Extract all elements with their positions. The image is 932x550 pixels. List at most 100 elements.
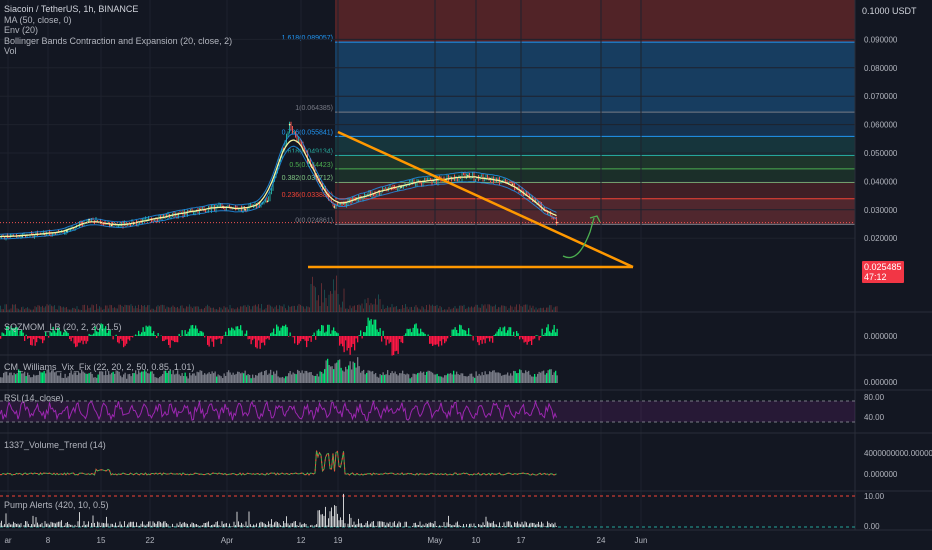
- vixfix-bar: [406, 373, 408, 383]
- volume-bar: [448, 306, 450, 312]
- volume-bar: [210, 307, 211, 312]
- volume-bar: [309, 307, 310, 312]
- vixfix-bar: [441, 376, 443, 383]
- volume-bar: [331, 293, 333, 312]
- price-scale-max[interactable]: 0.1000 USDT: [862, 6, 917, 16]
- sqzmom-bar: [508, 327, 510, 336]
- sqzmom-bar: [22, 332, 24, 336]
- vixfix-bar: [435, 374, 437, 383]
- volume-bar: [451, 308, 453, 312]
- pane-label-vixfix[interactable]: CM_Williams_Vix_Fix (22, 20, 2, 50, 0.85…: [4, 362, 194, 372]
- volume-bar: [261, 304, 262, 312]
- pane-label-rsi[interactable]: RSI (14, close): [4, 393, 64, 403]
- volume-bar: [493, 306, 495, 312]
- volume-bar: [423, 307, 424, 312]
- sqzmom-axis-label: 0.000000: [864, 332, 898, 341]
- vixfix-bar: [427, 370, 429, 383]
- pane-label-pump-alerts[interactable]: Pump Alerts (420, 10, 0.5): [4, 500, 109, 510]
- vixfix-bar: [196, 371, 198, 383]
- volume-bar: [154, 309, 156, 312]
- volume-bar: [168, 307, 169, 312]
- vixfix-bar: [13, 372, 15, 383]
- volume-bar: [241, 306, 243, 312]
- vixfix-bar: [397, 375, 399, 383]
- sqzmom-bar: [417, 328, 419, 336]
- volume-bar: [165, 308, 166, 312]
- sqzmom-bar: [325, 331, 327, 336]
- volume-bar: [388, 307, 390, 312]
- sqzmom-bar: [303, 336, 305, 340]
- fibonacci-retracement[interactable]: 1.618(0.089057)1(0.064385)0.786(0.055841…: [282, 0, 855, 225]
- volume-bar: [555, 306, 556, 312]
- sqzmom-bar: [462, 329, 464, 336]
- volume-bar: [426, 305, 427, 312]
- volume-bar: [348, 309, 349, 312]
- volume-bar: [505, 306, 507, 312]
- time-tick-label: 17: [517, 536, 526, 545]
- vixfix-bar: [19, 370, 21, 383]
- vixfix-bar: [55, 371, 57, 383]
- volume-bar: [349, 305, 351, 312]
- legend-vol[interactable]: Vol: [4, 46, 232, 57]
- legend-bb[interactable]: Bollinger Bands Contraction and Expansio…: [4, 36, 232, 47]
- volume-bar: [295, 309, 297, 312]
- pane-label-volume-trend[interactable]: 1337_Volume_Trend (14): [4, 440, 106, 450]
- volume-bar: [381, 309, 382, 312]
- vixfix-bar: [12, 375, 14, 383]
- chart-canvas[interactable]: 1.618(0.089057)1(0.064385)0.786(0.055841…: [0, 0, 932, 550]
- sqzmom-bar: [427, 334, 429, 336]
- sqzmom-bar: [471, 335, 473, 336]
- volume-bar: [466, 308, 468, 312]
- sqzmom-bar: [516, 330, 518, 336]
- sqzmom-bar: [81, 336, 83, 341]
- sqzmom-bar: [424, 333, 426, 336]
- vixfix-bar: [514, 371, 516, 383]
- vixfix-bar: [421, 372, 423, 383]
- volume-bar: [412, 309, 414, 312]
- volume-bar: [151, 308, 153, 312]
- symbol-title[interactable]: Siacoin / TetherUS, 1h, BINANCE: [4, 4, 232, 15]
- volume-bar: [120, 304, 121, 312]
- vixfix-bar: [379, 374, 381, 383]
- vixfix-bar: [124, 372, 126, 383]
- volume-bar: [444, 309, 445, 312]
- sqzmom-bar: [490, 336, 492, 339]
- volume-bar: [390, 307, 391, 312]
- vixfix-bar: [492, 370, 494, 383]
- volume-bar: [163, 305, 165, 312]
- sqzmom-bar: [166, 336, 168, 340]
- vixfix-bar: [481, 372, 483, 383]
- legend-env[interactable]: Env (20): [4, 25, 232, 36]
- vixfix-bar: [411, 377, 413, 383]
- vixfix-bar: [366, 372, 368, 383]
- vixfix-bar: [319, 371, 321, 383]
- pane-label-sqzmom[interactable]: SQZMOM_LB (20, 2, 20, 1.5): [4, 322, 122, 332]
- sqzmom-bar: [528, 336, 530, 342]
- rsi-axis-label: 40.00: [864, 413, 885, 422]
- volume-bar: [366, 303, 367, 312]
- vixfix-bar: [85, 373, 87, 383]
- vixfix-bar: [534, 374, 536, 383]
- volume-bar: [355, 309, 357, 312]
- vixfix-bar: [324, 369, 326, 383]
- sqzmom-bar: [117, 336, 119, 343]
- vixfix-bar: [262, 375, 264, 383]
- vixfix-bar: [66, 377, 68, 383]
- sqzmom-bar: [172, 336, 174, 341]
- pump-axis-label: 10.00: [864, 492, 885, 501]
- volume-bar: [267, 304, 268, 312]
- volume-bar: [156, 306, 157, 312]
- volume-bar: [159, 306, 160, 312]
- vixfix-bar: [433, 374, 435, 383]
- vixfix-bar: [277, 376, 279, 383]
- volume-bar: [375, 298, 376, 312]
- legend-ma[interactable]: MA (50, close, 0): [4, 15, 232, 26]
- volume-bar: [415, 305, 417, 312]
- sqzmom-bar: [421, 331, 423, 336]
- vixfix-bar: [15, 374, 17, 383]
- vixfix-bar: [222, 378, 224, 383]
- volume-bar: [177, 307, 178, 312]
- volume-bar: [142, 306, 144, 312]
- sqzmom-bar: [250, 336, 252, 345]
- volume-bar: [282, 306, 283, 312]
